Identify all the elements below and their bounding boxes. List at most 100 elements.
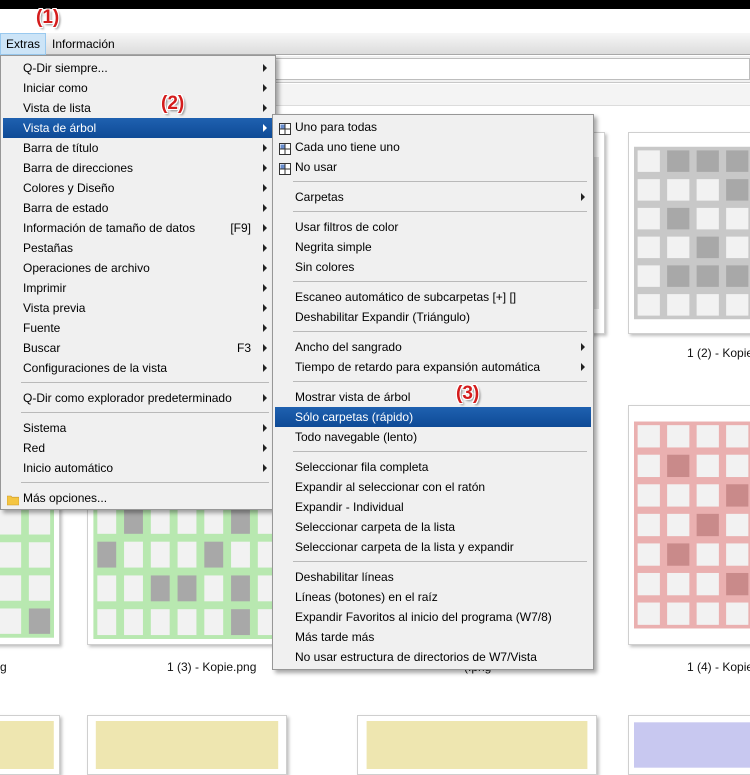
menu-item-cada-uno-tiene-uno[interactable]: Cada uno tiene uno bbox=[275, 137, 591, 157]
submenu-arrow-icon bbox=[263, 264, 267, 272]
thumbnail-bottom-2[interactable] bbox=[87, 715, 287, 775]
menu-item-buscar[interactable]: Buscar F3 bbox=[3, 338, 273, 358]
menu-item-escaneo-automatico-de-subcarpetas[interactable]: Escaneo automático de subcarpetas [+] [] bbox=[275, 287, 591, 307]
grid-cell bbox=[696, 150, 719, 172]
menu-item-usar-filtros-de-color[interactable]: Usar filtros de color bbox=[275, 217, 591, 237]
menu-item-inicio-automatico[interactable]: Inicio automático bbox=[3, 458, 273, 478]
menu-item-expandir-individual[interactable]: Expandir - Individual bbox=[275, 497, 591, 517]
menu-item-deshabilitar-lineas[interactable]: Deshabilitar líneas bbox=[275, 567, 591, 587]
menu-item-carpetas[interactable]: Carpetas bbox=[275, 187, 591, 207]
grid-cell bbox=[0, 575, 22, 601]
menu-item-sin-colores[interactable]: Sin colores bbox=[275, 257, 591, 277]
menu-item-negrita-simple[interactable]: Negrita simple bbox=[275, 237, 591, 257]
menu-extras[interactable]: Extras bbox=[0, 33, 47, 55]
window-top-edge bbox=[0, 0, 750, 9]
grid-cell bbox=[0, 608, 22, 634]
menu-item-label: Inicio automático bbox=[23, 461, 114, 475]
menu-separator bbox=[21, 412, 269, 413]
grid-cell bbox=[696, 572, 719, 596]
menu-item-deshabilitar-expandir-triangulo[interactable]: Deshabilitar Expandir (Triángulo) bbox=[275, 307, 591, 327]
thumbnail-bottom-3[interactable] bbox=[357, 715, 597, 775]
menu-item-barra-de-estado[interactable]: Barra de estado bbox=[3, 198, 273, 218]
menu-item-label: Q-Dir siempre... bbox=[23, 61, 108, 75]
menu-item-mas-opciones[interactable]: Más opciones... bbox=[3, 488, 273, 508]
grid-cell bbox=[177, 541, 197, 568]
grid-cell bbox=[667, 265, 690, 287]
menu-item-vista-previa[interactable]: Vista previa bbox=[3, 298, 273, 318]
thumbnail-1-3-kopie[interactable] bbox=[87, 498, 287, 645]
menu-item-expandir-al-seleccionar-con-el-raton[interactable]: Expandir al seleccionar con el ratón bbox=[275, 477, 591, 497]
grid-cell bbox=[726, 150, 749, 172]
grid-cell bbox=[177, 609, 197, 636]
file-caption: 1 (2) - Kopie bbox=[687, 346, 750, 360]
grid-cell bbox=[0, 509, 22, 535]
menu-separator bbox=[293, 211, 587, 212]
menu-item-informacion-de-tamano-de-datos[interactable]: Información de tamaño de datos [F9] bbox=[3, 218, 273, 238]
submenu-arrow-icon bbox=[263, 64, 267, 72]
layout-grid-icon bbox=[279, 121, 291, 135]
grid-cell bbox=[177, 575, 197, 602]
grid-cell bbox=[726, 207, 749, 230]
menu-item-barra-de-direcciones[interactable]: Barra de direcciones bbox=[3, 158, 273, 178]
menu-item-no-usar-estructura-de-directorios-de-w7-vista[interactable]: No usar estructura de directorios de W7/… bbox=[275, 647, 591, 667]
submenu-arrow-icon bbox=[581, 363, 585, 371]
submenu-arrow-icon bbox=[263, 104, 267, 112]
menu-item-q-dir-como-explorador-predeterminado[interactable]: Q-Dir como explorador predeterminado bbox=[3, 388, 273, 408]
menu-item-expandir-favoritos-al-inicio-del-programa-w7-8[interactable]: Expandir Favoritos al inicio del program… bbox=[275, 607, 591, 627]
menu-informacion[interactable]: Información bbox=[47, 33, 120, 55]
file-caption: g bbox=[0, 660, 7, 674]
menu-item-colores-y-diseno[interactable]: Colores y Diseño bbox=[3, 178, 273, 198]
menu-item-ancho-del-sangrado[interactable]: Ancho del sangrado bbox=[275, 337, 591, 357]
menu-item-tiempo-de-retardo-para-expansion-automatica[interactable]: Tiempo de retardo para expansión automát… bbox=[275, 357, 591, 377]
menu-item-sistema[interactable]: Sistema bbox=[3, 418, 273, 438]
menu-item-lineas-botones-en-el-raiz[interactable]: Líneas (botones) en el raíz bbox=[275, 587, 591, 607]
submenu-arrow-icon bbox=[263, 224, 267, 232]
grid-cell bbox=[204, 609, 224, 636]
menu-item-mostrar-vista-de-arbol[interactable]: Mostrar vista de árbol bbox=[275, 387, 591, 407]
menu-item-seleccionar-fila-completa[interactable]: Seleccionar fila completa bbox=[275, 457, 591, 477]
thumbnail-left-partial[interactable] bbox=[0, 498, 60, 645]
menu-item-vista-de-lista[interactable]: Vista de lista bbox=[3, 98, 273, 118]
menu-item-no-usar[interactable]: No usar bbox=[275, 157, 591, 177]
menu-item-barra-de-titulo[interactable]: Barra de título bbox=[3, 138, 273, 158]
menu-item-q-dir-siempre[interactable]: Q-Dir siempre... bbox=[3, 58, 273, 78]
grid-cell bbox=[726, 513, 749, 537]
grid-image bbox=[634, 146, 750, 320]
grid-cell bbox=[667, 602, 690, 625]
menu-separator bbox=[21, 482, 269, 483]
menu-item-uno-para-todas[interactable]: Uno para todas bbox=[275, 117, 591, 137]
menu-item-vista-de-arbol[interactable]: Vista de árbol bbox=[3, 118, 273, 138]
grid-cell bbox=[637, 513, 660, 537]
menu-item-pestanas[interactable]: Pestañas bbox=[3, 238, 273, 258]
thumbnail-bottom-4[interactable] bbox=[628, 715, 750, 775]
grid-cell bbox=[726, 543, 749, 566]
menu-item-seleccionar-carpeta-de-la-lista[interactable]: Seleccionar carpeta de la lista bbox=[275, 517, 591, 537]
menu-item-operaciones-de-archivo[interactable]: Operaciones de archivo bbox=[3, 258, 273, 278]
menu-item-label: Más opciones... bbox=[23, 491, 108, 505]
menu-item-solo-carpetas-rapido[interactable]: Sólo carpetas (rápido) bbox=[275, 407, 591, 427]
menu-item-label: Sin colores bbox=[295, 260, 355, 274]
grid-cell bbox=[204, 575, 224, 602]
menu-item-imprimir[interactable]: Imprimir bbox=[3, 278, 273, 298]
thumbnail-1-2-kopie[interactable] bbox=[628, 132, 750, 334]
menu-item-red[interactable]: Red bbox=[3, 438, 273, 458]
submenu-arrow-icon bbox=[263, 464, 267, 472]
submenu-arrow-icon bbox=[263, 204, 267, 212]
menu-item-mas-tarde-mas[interactable]: Más tarde más bbox=[275, 627, 591, 647]
grid-cell bbox=[696, 207, 719, 230]
grid-image bbox=[366, 721, 588, 769]
menu-item-label: Carpetas bbox=[295, 190, 344, 204]
grid-cell bbox=[28, 542, 51, 568]
address-bar[interactable] bbox=[270, 58, 750, 80]
menu-item-seleccionar-carpeta-de-la-lista-y-expandir[interactable]: Seleccionar carpeta de la lista y expand… bbox=[275, 537, 591, 557]
grid-cell bbox=[231, 507, 250, 534]
menu-item-label: Ancho del sangrado bbox=[295, 340, 402, 354]
menu-item-todo-navegable-lento[interactable]: Todo navegable (lento) bbox=[275, 427, 591, 447]
menu-item-configuraciones-de-la-vista[interactable]: Configuraciones de la vista bbox=[3, 358, 273, 378]
menu-item-label: Operaciones de archivo bbox=[23, 261, 150, 275]
menu-item-iniciar-como[interactable]: Iniciar como bbox=[3, 78, 273, 98]
grid-cell bbox=[231, 541, 250, 568]
thumbnail-1-4-kopie[interactable] bbox=[628, 405, 750, 645]
menu-item-fuente[interactable]: Fuente bbox=[3, 318, 273, 338]
thumbnail-bottom-left[interactable] bbox=[0, 715, 60, 775]
